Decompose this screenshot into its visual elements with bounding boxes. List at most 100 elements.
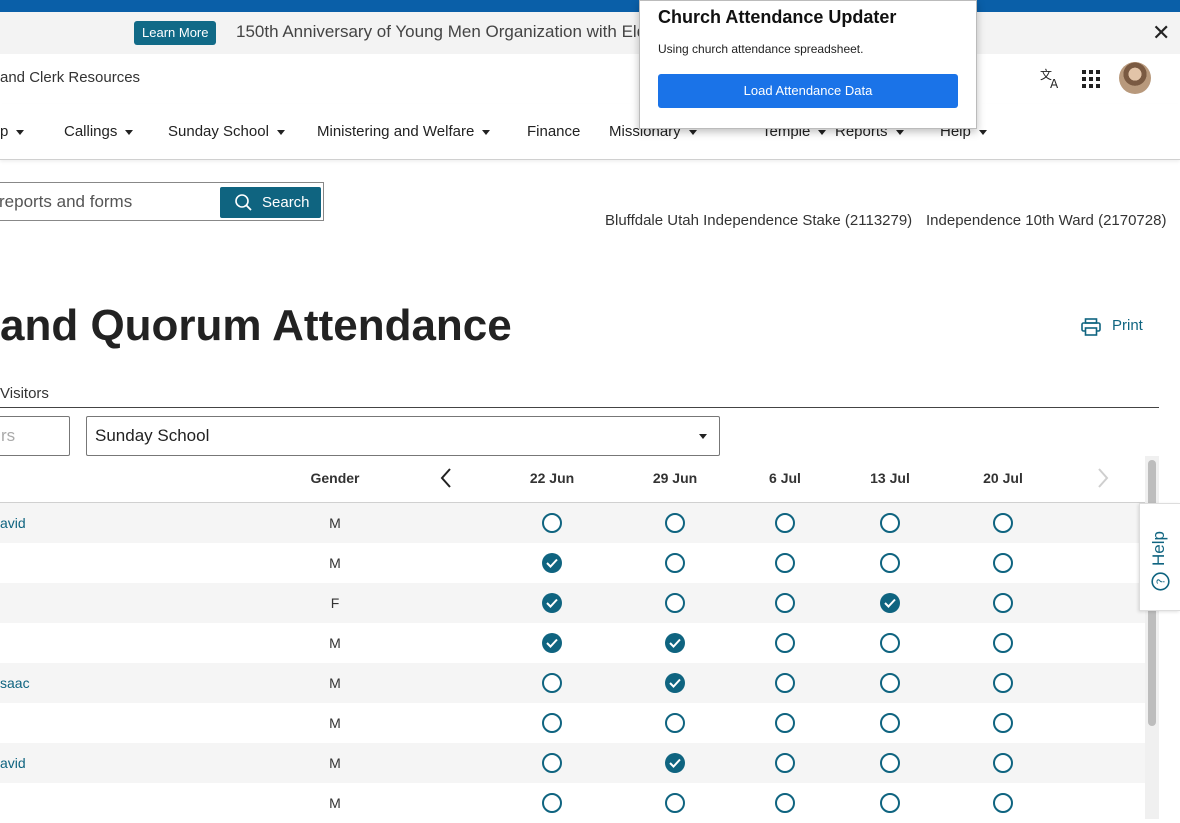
- attendance-unchecked-icon[interactable]: [993, 593, 1013, 613]
- date-column-header: 22 Jun: [529, 470, 575, 486]
- attendance-unchecked-icon[interactable]: [542, 713, 562, 733]
- help-icon: ?: [1151, 572, 1170, 591]
- member-name-link[interactable]: avid: [0, 755, 26, 771]
- chevron-down-icon: [482, 129, 491, 135]
- gender-cell: M: [329, 635, 341, 651]
- nav-item-membership[interactable]: p: [0, 123, 25, 140]
- top-accent-bar: [0, 0, 1180, 12]
- attendance-unchecked-icon[interactable]: [993, 633, 1013, 653]
- tab-divider: [0, 407, 1159, 408]
- attendance-checked-icon[interactable]: [542, 633, 562, 653]
- search-input[interactable]: [0, 183, 217, 220]
- chevron-down-icon: [276, 129, 285, 135]
- stake-selector[interactable]: Bluffdale Utah Independence Stake (21132…: [605, 212, 912, 229]
- attendance-unchecked-icon[interactable]: [993, 513, 1013, 533]
- attendance-unchecked-icon[interactable]: [775, 753, 795, 773]
- banner-message: 150th Anniversary of Young Men Organizat…: [236, 22, 662, 41]
- translate-icon[interactable]: 文 A: [1040, 67, 1062, 89]
- attendance-unchecked-icon[interactable]: [880, 713, 900, 733]
- date-column-header: 6 Jul: [769, 470, 801, 486]
- chevron-down-icon: [895, 129, 904, 135]
- load-attendance-button[interactable]: Load Attendance Data: [658, 74, 958, 108]
- attendance-unchecked-icon[interactable]: [880, 513, 900, 533]
- gender-cell: M: [329, 755, 341, 771]
- help-tab[interactable]: Help ?: [1139, 503, 1180, 611]
- learn-more-button[interactable]: Learn More: [134, 21, 217, 45]
- chevron-down-icon: [818, 129, 827, 135]
- attendance-unchecked-icon[interactable]: [775, 593, 795, 613]
- attendance-unchecked-icon[interactable]: [542, 513, 562, 533]
- attendance-unchecked-icon[interactable]: [775, 553, 795, 573]
- member-name-link[interactable]: saac: [0, 675, 30, 691]
- attendance-unchecked-icon[interactable]: [775, 513, 795, 533]
- gender-cell: M: [329, 795, 341, 811]
- site-title[interactable]: and Clerk Resources: [0, 69, 140, 86]
- apps-grid-icon[interactable]: [1082, 70, 1100, 88]
- table-row: M: [0, 543, 1145, 583]
- table-header: Gender 22 Jun 29 Jun 6 Jul 13 Jul 20 Jul: [0, 458, 1145, 504]
- tab-visitors[interactable]: Visitors: [0, 385, 49, 402]
- nav-item-callings[interactable]: Callings: [64, 123, 134, 140]
- filter-input[interactable]: rs: [0, 416, 70, 456]
- popup-description: Using church attendance spreadsheet.: [658, 42, 864, 56]
- announcement-banner: Learn More 150th Anniversary of Young Me…: [0, 12, 1180, 54]
- gender-cell: M: [329, 675, 341, 691]
- search-button[interactable]: Search: [220, 187, 321, 218]
- table-row: M: [0, 783, 1145, 823]
- print-label: Print: [1112, 317, 1143, 334]
- attendance-unchecked-icon[interactable]: [993, 713, 1013, 733]
- attendance-unchecked-icon[interactable]: [993, 673, 1013, 693]
- attendance-unchecked-icon[interactable]: [880, 553, 900, 573]
- site-header: and Clerk Resources 文 A: [0, 54, 1180, 105]
- attendance-unchecked-icon[interactable]: [880, 793, 900, 813]
- attendance-unchecked-icon[interactable]: [665, 553, 685, 573]
- attendance-unchecked-icon[interactable]: [993, 793, 1013, 813]
- attendance-checked-icon[interactable]: [665, 753, 685, 773]
- attendance-unchecked-icon[interactable]: [880, 673, 900, 693]
- close-icon[interactable]: ✕: [1152, 21, 1170, 45]
- attendance-unchecked-icon[interactable]: [993, 753, 1013, 773]
- date-column-header: 20 Jul: [983, 470, 1023, 486]
- attendance-unchecked-icon[interactable]: [775, 633, 795, 653]
- attendance-unchecked-icon[interactable]: [665, 793, 685, 813]
- avatar[interactable]: [1119, 62, 1151, 94]
- attendance-unchecked-icon[interactable]: [665, 593, 685, 613]
- attendance-checked-icon[interactable]: [542, 553, 562, 573]
- table-row: F: [0, 583, 1145, 623]
- nav-item-finance[interactable]: Finance: [527, 123, 580, 140]
- attendance-unchecked-icon[interactable]: [880, 633, 900, 653]
- attendance-unchecked-icon[interactable]: [775, 673, 795, 693]
- page-title: and Quorum Attendance: [0, 301, 512, 350]
- attendance-unchecked-icon[interactable]: [542, 753, 562, 773]
- attendance-checked-icon[interactable]: [542, 593, 562, 613]
- attendance-unchecked-icon[interactable]: [775, 793, 795, 813]
- organization-select[interactable]: Sunday School: [86, 416, 720, 456]
- chevron-down-icon: [16, 129, 25, 135]
- nav-item-ministering-welfare[interactable]: Ministering and Welfare: [317, 123, 491, 140]
- nav-item-sunday-school[interactable]: Sunday School: [168, 123, 285, 140]
- attendance-unchecked-icon[interactable]: [880, 753, 900, 773]
- attendance-unchecked-icon[interactable]: [993, 553, 1013, 573]
- attendance-unchecked-icon[interactable]: [665, 713, 685, 733]
- chevron-left-icon[interactable]: [438, 467, 454, 489]
- gender-cell: M: [329, 515, 341, 531]
- chevron-right-icon[interactable]: [1095, 467, 1111, 489]
- attendance-unchecked-icon[interactable]: [542, 793, 562, 813]
- search-icon: [235, 194, 252, 211]
- svg-text:A: A: [1050, 77, 1059, 89]
- attendance-unchecked-icon[interactable]: [542, 673, 562, 693]
- attendance-unchecked-icon[interactable]: [775, 713, 795, 733]
- table-row: saac M: [0, 663, 1145, 703]
- chevron-down-icon: [699, 434, 707, 439]
- search-box: Search: [0, 182, 324, 221]
- attendance-checked-icon[interactable]: [665, 633, 685, 653]
- attendance-unchecked-icon[interactable]: [665, 513, 685, 533]
- gender-column-header: Gender: [310, 470, 360, 486]
- table-row: avid M: [0, 503, 1145, 543]
- popup-title: Church Attendance Updater: [658, 7, 897, 27]
- main-nav: p Callings Sunday School Ministering and…: [0, 104, 1180, 160]
- attendance-checked-icon[interactable]: [665, 673, 685, 693]
- attendance-checked-icon[interactable]: [880, 593, 900, 613]
- member-name-link[interactable]: avid: [0, 515, 26, 531]
- ward-selector[interactable]: Independence 10th Ward (2170728): [926, 212, 1166, 229]
